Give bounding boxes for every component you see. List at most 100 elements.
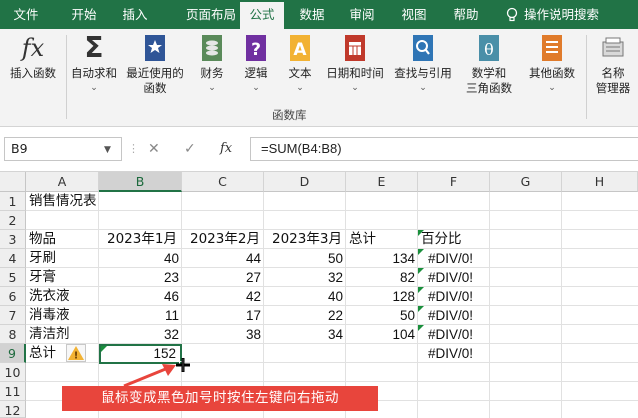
autosum-button[interactable]: Σ 自动求和 ⌄ — [68, 33, 120, 96]
column-header-b[interactable]: B — [99, 172, 182, 192]
cell-f8[interactable]: #DIV/0! — [418, 325, 473, 344]
row-header-7[interactable]: 7 — [0, 306, 26, 325]
recently-used-label-2: 函数 — [143, 81, 167, 95]
warning-icon[interactable]: ! — [66, 344, 86, 362]
row-header-8[interactable]: 8 — [0, 325, 26, 344]
cell-c5[interactable]: 27 — [182, 268, 264, 287]
row-header-5[interactable]: 5 — [0, 268, 26, 287]
name-manager-label-2: 管理器 — [595, 81, 631, 95]
lookup-reference-button[interactable]: 查找与引用 ⌄ — [390, 33, 456, 96]
cell-d8[interactable]: 34 — [264, 325, 346, 344]
magnifier-book-icon — [410, 33, 436, 63]
financial-button[interactable]: 财务 ⌄ — [192, 33, 232, 96]
logical-label: 逻辑 — [244, 66, 268, 80]
cell-b7[interactable]: 11 — [99, 306, 182, 325]
cell-c8[interactable]: 38 — [182, 325, 264, 344]
cell-f5[interactable]: #DIV/0! — [418, 268, 473, 287]
column-header-a[interactable]: A — [26, 172, 99, 192]
column-header-f[interactable]: F — [418, 172, 490, 192]
cell-c4[interactable]: 44 — [182, 249, 264, 268]
logical-button[interactable]: ? 逻辑 ⌄ — [236, 33, 276, 96]
enter-icon[interactable]: ✓ — [184, 137, 196, 161]
cell-e7[interactable]: 50 — [346, 306, 418, 325]
cell-e6[interactable]: 128 — [346, 287, 418, 306]
cell-c3[interactable]: 2023年2月 — [182, 230, 264, 249]
chevron-down-icon[interactable]: ▼ — [104, 145, 111, 155]
cell-d7[interactable]: 22 — [264, 306, 346, 325]
chevron-down-icon: ⌄ — [90, 83, 98, 93]
cell-e3[interactable]: 总计 — [346, 230, 376, 249]
error-indicator-icon — [418, 230, 424, 236]
cell-b4[interactable]: 40 — [99, 249, 182, 268]
drag-handle-icon[interactable]: ⋮ — [128, 143, 139, 155]
tell-me-search[interactable]: 操作说明搜索 — [524, 0, 630, 29]
cell-d3[interactable]: 2023年3月 — [264, 230, 346, 249]
cell-f7[interactable]: #DIV/0! — [418, 306, 473, 325]
row-header-11[interactable]: 11 — [0, 382, 26, 401]
active-cell-border — [99, 344, 182, 364]
recently-used-button[interactable]: 最近使用的 函数 — [122, 33, 188, 96]
cell-d6[interactable]: 40 — [264, 287, 346, 306]
cell-f9[interactable]: #DIV/0! — [418, 344, 473, 363]
select-all-corner[interactable] — [0, 172, 26, 192]
insert-function-button[interactable]: fx 插入函数 — [4, 33, 62, 81]
cancel-icon[interactable]: ✕ — [148, 137, 160, 161]
row-header-6[interactable]: 6 — [0, 287, 26, 306]
row-header-12[interactable]: 12 — [0, 401, 26, 418]
tab-review[interactable]: 审阅 — [340, 0, 384, 29]
tab-insert[interactable]: 插入 — [112, 0, 158, 29]
column-header-d[interactable]: D — [264, 172, 346, 192]
cell-a1[interactable]: 销售情况表 — [26, 192, 97, 211]
cell-b6[interactable]: 46 — [99, 287, 182, 306]
chevron-down-icon: ⌄ — [252, 83, 260, 93]
cell-e5[interactable]: 82 — [346, 268, 418, 287]
more-functions-button[interactable]: 其他函数 ⌄ — [522, 33, 582, 96]
cell-d5[interactable]: 32 — [264, 268, 346, 287]
column-header-g[interactable]: G — [490, 172, 562, 192]
column-header-h[interactable]: H — [562, 172, 638, 192]
text-button[interactable]: A 文本 ⌄ — [280, 33, 320, 96]
tab-help[interactable]: 帮助 — [444, 0, 488, 29]
formula-input[interactable]: =SUM(B4:B8) — [250, 137, 638, 161]
row-header-4[interactable]: 4 — [0, 249, 26, 268]
tag-manager-icon — [600, 33, 626, 63]
cell-a7[interactable]: 消毒液 — [26, 306, 70, 325]
name-manager-button[interactable]: 名称 管理器 — [590, 33, 636, 96]
cell-f6[interactable]: #DIV/0! — [418, 287, 473, 306]
row-header-1[interactable]: 1 — [0, 192, 26, 211]
cell-a8[interactable]: 清洁剂 — [26, 325, 70, 344]
worksheet-grid[interactable]: A B C D E F G H 1 2 3 4 5 6 7 8 9 10 11 … — [0, 172, 638, 418]
row-header-3[interactable]: 3 — [0, 230, 26, 249]
tab-home[interactable]: 开始 — [58, 0, 110, 29]
tab-formulas[interactable]: 公式 — [240, 2, 284, 29]
tab-view[interactable]: 视图 — [392, 0, 436, 29]
cell-f3[interactable]: 百分比 — [418, 230, 462, 249]
math-trig-button[interactable]: θ 数学和 三角函数 — [458, 33, 520, 96]
fx-icon[interactable]: fx — [220, 137, 232, 161]
tab-data[interactable]: 数据 — [290, 0, 334, 29]
cell-a6[interactable]: 洗衣液 — [26, 287, 70, 306]
cell-e4[interactable]: 134 — [346, 249, 418, 268]
cell-e8[interactable]: 104 — [346, 325, 418, 344]
chevron-down-icon: ⌄ — [351, 83, 359, 93]
cell-c6[interactable]: 42 — [182, 287, 264, 306]
ribbon: fx 插入函数 Σ 自动求和 ⌄ 最近使用的 函数 财务 ⌄ ? 逻辑 ⌄ A … — [0, 29, 638, 127]
column-header-e[interactable]: E — [346, 172, 418, 192]
date-time-button[interactable]: 日期和时间 ⌄ — [322, 33, 388, 96]
cell-f4[interactable]: #DIV/0! — [418, 249, 473, 268]
row-header-9[interactable]: 9 — [0, 344, 26, 363]
cell-b3[interactable]: 2023年1月 — [99, 230, 182, 249]
cell-a3[interactable]: 物品 — [26, 230, 56, 249]
row-header-2[interactable]: 2 — [0, 211, 26, 230]
svg-text:A: A — [293, 40, 307, 60]
cell-c7[interactable]: 17 — [182, 306, 264, 325]
row-header-10[interactable]: 10 — [0, 363, 26, 382]
cell-b5[interactable]: 23 — [99, 268, 182, 287]
cell-b8[interactable]: 32 — [99, 325, 182, 344]
tab-file[interactable]: 文件 — [4, 0, 48, 29]
cell-a9[interactable]: 总计 — [26, 344, 56, 363]
cell-a4[interactable]: 牙刷 — [26, 249, 56, 268]
column-header-c[interactable]: C — [182, 172, 264, 192]
cell-d4[interactable]: 50 — [264, 249, 346, 268]
cell-a5[interactable]: 牙膏 — [26, 268, 56, 287]
